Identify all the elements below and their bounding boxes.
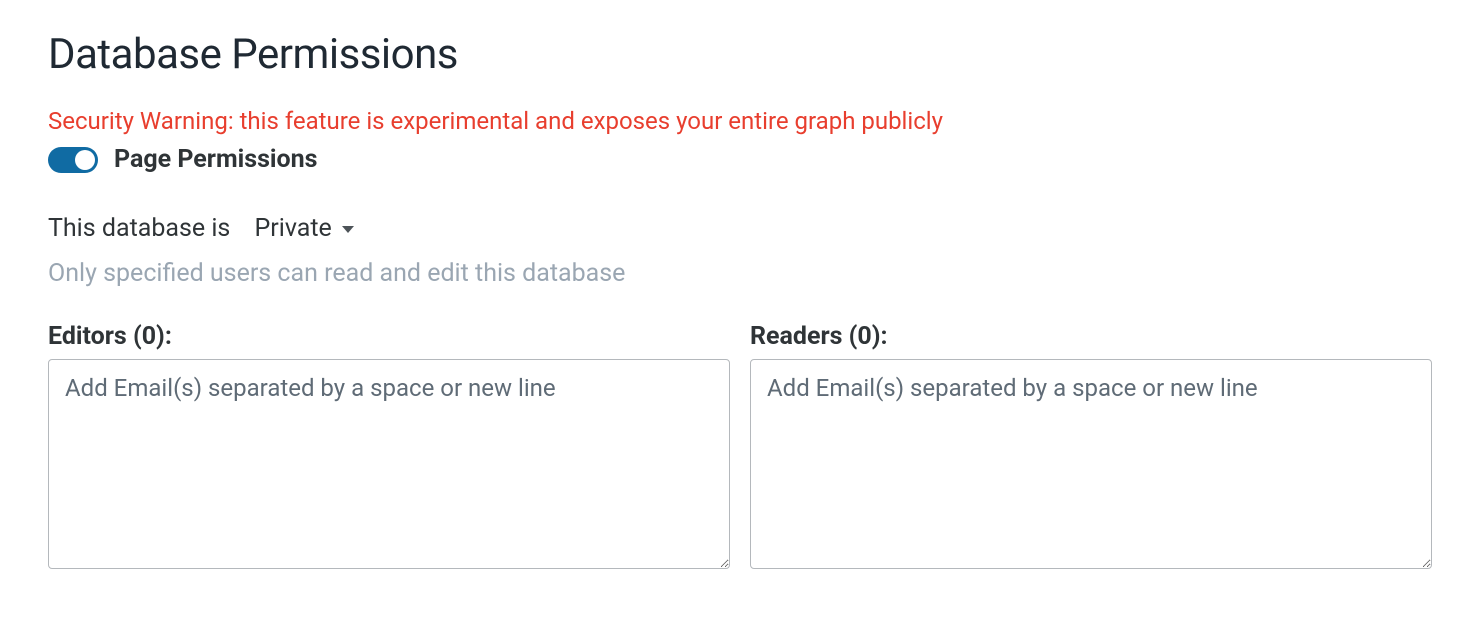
privacy-select[interactable]: Private [249, 212, 360, 245]
privacy-value: Private [255, 214, 332, 243]
security-warning: Security Warning: this feature is experi… [48, 107, 1432, 135]
readers-column: Readers (0): [750, 322, 1432, 569]
readers-input[interactable] [750, 359, 1432, 569]
chevron-down-icon [342, 226, 354, 233]
privacy-prefix: This database is [48, 214, 230, 243]
page-permissions-toggle[interactable] [48, 147, 98, 173]
page-permissions-label: Page Permissions [114, 145, 318, 174]
editors-column: Editors (0): [48, 322, 730, 569]
page-title: Database Permissions [48, 30, 1432, 79]
privacy-description: Only specified users can read and edit t… [48, 259, 1432, 288]
privacy-row: This database is Private [48, 212, 1432, 245]
readers-label: Readers (0): [750, 322, 1432, 351]
page-permissions-toggle-row: Page Permissions [48, 145, 1432, 174]
editors-label: Editors (0): [48, 322, 730, 351]
permissions-columns: Editors (0): Readers (0): [48, 322, 1432, 569]
editors-input[interactable] [48, 359, 730, 569]
